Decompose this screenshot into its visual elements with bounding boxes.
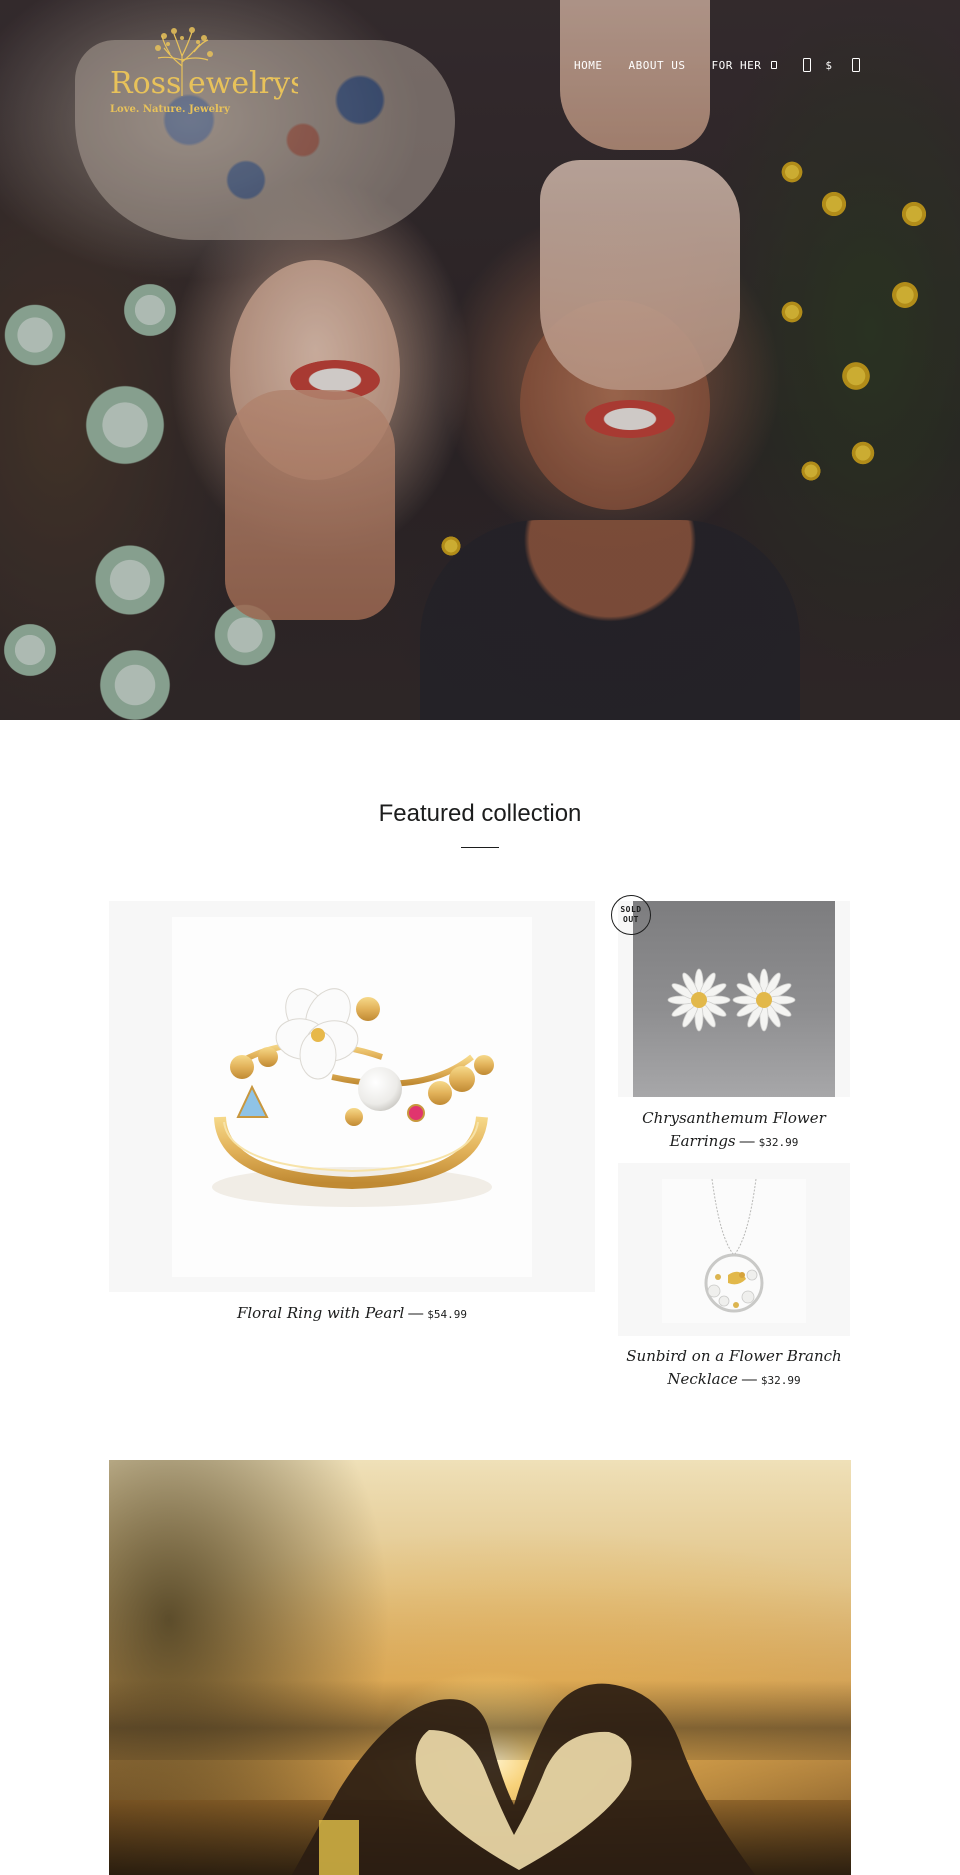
product-title[interactable]: Sunbird on a Flower Branch Necklace [626,1347,841,1388]
product-price: $32.99 [758,1136,799,1149]
sold-out-badge: SOLD OUT [611,895,651,935]
nav-item-about-us[interactable]: ABOUT US [629,59,686,72]
brand-wordmark: Ross [110,66,181,101]
product-image-floral-ring [172,917,532,1277]
site-header: Ross ewelrys Love. Nature. Jewelry HOME … [0,0,960,130]
product-card-floral-ring[interactable] [109,901,595,1292]
cart-icon[interactable] [851,58,860,72]
product-price: $32.99 [760,1374,801,1387]
product-caption-chrysanthemum-earrings: Chrysanthemum Flower Earrings — $32.99 [618,1107,850,1154]
nav-item-home[interactable]: HOME [574,59,603,72]
brand-logo[interactable]: Ross ewelrys Love. Nature. Jewelry [108,26,305,118]
section-title-divider [461,847,499,848]
user-icon[interactable] [803,58,812,72]
earring-left [667,968,731,1032]
product-caption-sunbird-necklace: Sunbird on a Flower Branch Necklace — $32.… [618,1345,850,1392]
price-separator: — [739,1133,755,1150]
brand-wordmark: ewelrys [188,66,298,101]
product-image-sunbird-necklace [662,1178,806,1323]
currency-selector[interactable]: $ [825,59,832,72]
nav-item-for-her-label: FOR HER [711,58,762,72]
product-caption-floral-ring: Floral Ring with Pearl — $54.99 [109,1302,595,1326]
main-nav: HOME ABOUT US FOR HER $ [574,58,874,72]
product-title[interactable]: Floral Ring with Pearl [237,1304,404,1322]
earring-right [732,968,796,1032]
brand-logo-image: Ross ewelrys Love. Nature. Jewelry [110,27,305,115]
product-image-chrysanthemum-earrings [633,901,835,1097]
chevron-down-icon [771,61,778,69]
heart-hands-silhouette [291,1683,756,1875]
product-card-chrysanthemum-earrings[interactable] [618,901,850,1097]
promo-banner-image [109,1460,851,1875]
product-card-sunbird-necklace[interactable] [618,1163,850,1336]
price-separator: — [408,1305,424,1322]
brand-tagline: Love. Nature. Jewelry [110,104,231,115]
sold-out-badge-text: SOLD OUT [620,905,642,924]
price-separator: — [741,1371,757,1388]
nav-item-for-her[interactable]: FOR HER [711,58,778,72]
section-title: Featured collection [378,800,582,827]
product-price: $54.99 [427,1308,468,1321]
